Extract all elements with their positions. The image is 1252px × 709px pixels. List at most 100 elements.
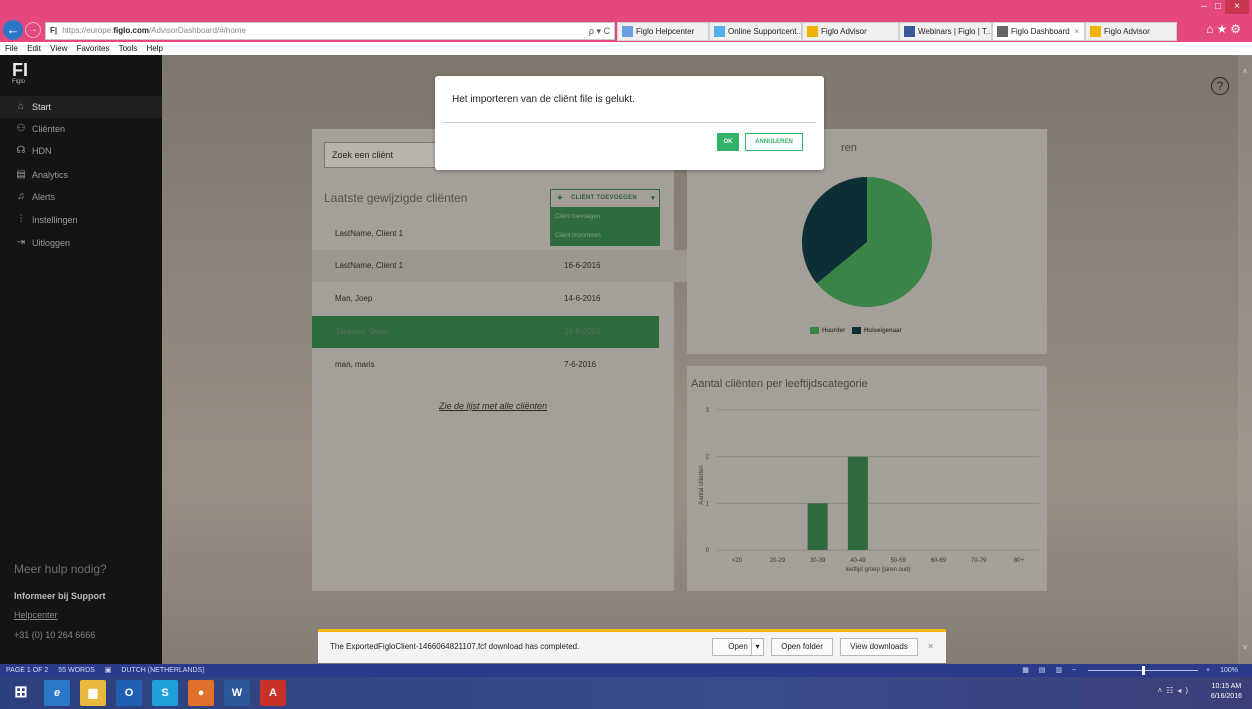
plus-icon: + (557, 193, 564, 204)
add-client-button[interactable]: + CLIËNT TOEVOEGEN ▾ (550, 189, 660, 208)
start-button[interactable]: ⊞ (8, 680, 34, 706)
menu-edit[interactable]: Edit (27, 44, 41, 53)
clients-card: Zoek een cliënt Laatste gewijzigde cliën… (312, 129, 687, 591)
acrobat-app[interactable]: A (260, 680, 286, 706)
proofing-icon[interactable]: ▣ (105, 667, 112, 674)
back-button[interactable]: ← (3, 20, 23, 40)
helpcenter-link[interactable]: Helpcenter (14, 610, 58, 620)
caret-down-icon[interactable]: ▾ (751, 639, 763, 655)
zoom-thumb[interactable] (1142, 665, 1146, 675)
print-layout-icon[interactable]: ▤ (1039, 667, 1046, 674)
minimize-button[interactable]: – (1197, 0, 1211, 14)
zoom-out-icon[interactable]: − (1072, 667, 1076, 674)
x-tick-label: 30-39 (810, 558, 826, 564)
tab-online-supportcenter[interactable]: Online Supportcent... (709, 22, 802, 41)
tab-figlo-helpcenter[interactable]: Figlo Helpcenter (617, 22, 709, 41)
star-icon[interactable]: ★ (1216, 22, 1230, 36)
sidebar-item-clienten[interactable]: ⚇ Cliënten (0, 118, 162, 140)
system-tray: ˄☷◂) (1157, 686, 1192, 695)
favicon-icon (1090, 26, 1101, 37)
home-icon[interactable]: ⌂ (1206, 22, 1216, 36)
zoom-level[interactable]: 100% (1220, 667, 1238, 674)
forward-button[interactable]: → (25, 22, 41, 38)
support-label: Informeer bij Support (14, 591, 106, 601)
view-downloads-button[interactable]: View downloads (840, 638, 918, 656)
open-folder-button[interactable]: Open folder (771, 638, 833, 656)
gear-icon[interactable]: ⚙ (1230, 22, 1244, 36)
read-mode-icon[interactable]: ▦ (1022, 667, 1029, 674)
open-button[interactable]: Open ▾ (712, 638, 764, 656)
address-search-refresh-icons[interactable]: ρ ▾ C (589, 23, 610, 39)
bar-chart: 0 1 2 3 <20 20-29 30-39 40-49 50-59 60-69 70-79 80+… (699, 408, 1039, 573)
system-clock[interactable]: 10:15 AM 6/16/2016 (1211, 682, 1242, 702)
explorer-app[interactable]: ▆ (80, 680, 106, 706)
clock-date: 6/16/2016 (1210, 693, 1242, 700)
outlook-app[interactable]: O (116, 680, 142, 706)
scroll-down-icon[interactable]: ˅ (1238, 643, 1252, 652)
sidebar-item-analytics[interactable]: ▤ Analytics (0, 164, 162, 186)
maximize-button[interactable]: □ (1211, 0, 1225, 14)
help-heading: Meer hulp nodig? (14, 562, 107, 576)
zoom-in-icon[interactable]: + (1206, 667, 1210, 674)
close-window-button[interactable]: × (1225, 0, 1249, 14)
acrobat-icon: A (269, 687, 277, 699)
favicon-icon (714, 26, 725, 37)
web-layout-icon[interactable]: ▥ (1055, 667, 1062, 674)
firefox-app[interactable]: ● (188, 680, 214, 706)
sidebar-item-start[interactable]: ⌂ Start (0, 96, 162, 118)
sidebar-item-alerts[interactable]: ♫ Alerts (0, 186, 162, 208)
address-bar[interactable]: F| https://europe.figlo.com/AdvisorDashb… (45, 22, 615, 40)
network-icon[interactable]: ☷ (1166, 686, 1177, 695)
y-tick-label: 2 (706, 455, 710, 461)
ok-button[interactable]: OK (717, 133, 739, 151)
menu-item-import-client[interactable]: Cliënt importeren (550, 227, 660, 246)
table-row[interactable]: LastName, Client 1 (312, 218, 550, 250)
taskbar: ⊞ e ▆ O S ● W A ˄☷◂) 10:15 AM 6/16/2016 (0, 677, 1252, 709)
menu-item-add-client[interactable]: Cliënt toevoegen (550, 208, 660, 227)
menu-tools[interactable]: Tools (119, 44, 138, 53)
tab-figlo-advisor[interactable]: Figlo Advisor (802, 22, 899, 41)
menu-view[interactable]: View (50, 44, 67, 53)
caret-down-icon: ▾ (651, 195, 655, 202)
url-prefix: https://europe. (62, 26, 114, 35)
tab-webinars[interactable]: Webinars | Figlo | T... (899, 22, 992, 41)
scroll-up-icon[interactable]: ˄ (1238, 67, 1252, 76)
skype-app[interactable]: S (152, 680, 178, 706)
figlo-logo[interactable]: FI Figlo (12, 61, 36, 86)
analytics-icon: ▤ (16, 169, 26, 180)
x-tick-label: 60-69 (931, 558, 947, 564)
sidebar-item-uitloggen[interactable]: ⇥ Uitloggen (0, 232, 162, 254)
close-tab-icon[interactable]: × (1074, 23, 1079, 40)
tab-figlo-dashboard[interactable]: Figlo Dashboard × (992, 22, 1085, 41)
word-count[interactable]: 55 WORDS (58, 667, 95, 674)
table-row[interactable]: Man, Joep 14-6-2016 (312, 283, 687, 315)
table-row[interactable]: man, maris 7-6-2016 (312, 349, 687, 381)
page-count[interactable]: PAGE 1 OF 2 (6, 667, 48, 674)
help-icon[interactable]: ? (1211, 77, 1229, 95)
menu-bar: File Edit View Favorites Tools Help (0, 42, 1252, 55)
caret-up-icon[interactable]: ˄ (1157, 686, 1166, 695)
tab-figlo-advisor-2[interactable]: Figlo Advisor (1085, 22, 1177, 41)
recent-clients-title: Laatste gewijzigde cliënten (324, 191, 468, 205)
volume-icon[interactable]: ◂) (1177, 686, 1192, 695)
cancel-button[interactable]: ANNULEREN (745, 133, 803, 151)
folder-icon: ▆ (88, 687, 98, 699)
table-row[interactable]: LastName, Client 1 16-6-2016 (312, 250, 687, 282)
import-success-dialog: Het importeren van de cliënt file is gel… (435, 76, 824, 170)
all-clients-link[interactable]: Zie de lijst met alle cliënten (312, 401, 674, 411)
x-tick-label: 70-79 (971, 558, 987, 564)
table-row-selected[interactable]: Janssen, Sven 14-6-2016 (312, 316, 659, 348)
client-search-input[interactable]: Zoek een cliënt (324, 142, 444, 168)
zoom-slider[interactable] (1088, 665, 1199, 675)
sidebar-item-hdn[interactable]: ☊ HDN (0, 140, 162, 162)
menu-help[interactable]: Help (147, 44, 163, 53)
sidebar-item-instellingen[interactable]: ⫶ Instellingen (0, 209, 162, 231)
page-scrollbar[interactable]: ˄ ˅ (1238, 55, 1252, 664)
ie-app[interactable]: e (44, 680, 70, 706)
close-icon[interactable]: × (928, 641, 933, 651)
site-favicon: F| (50, 26, 58, 35)
word-app[interactable]: W (224, 680, 250, 706)
language-label[interactable]: DUTCH (NETHERLANDS) (121, 667, 204, 674)
menu-file[interactable]: File (5, 44, 18, 53)
menu-favorites[interactable]: Favorites (77, 44, 110, 53)
